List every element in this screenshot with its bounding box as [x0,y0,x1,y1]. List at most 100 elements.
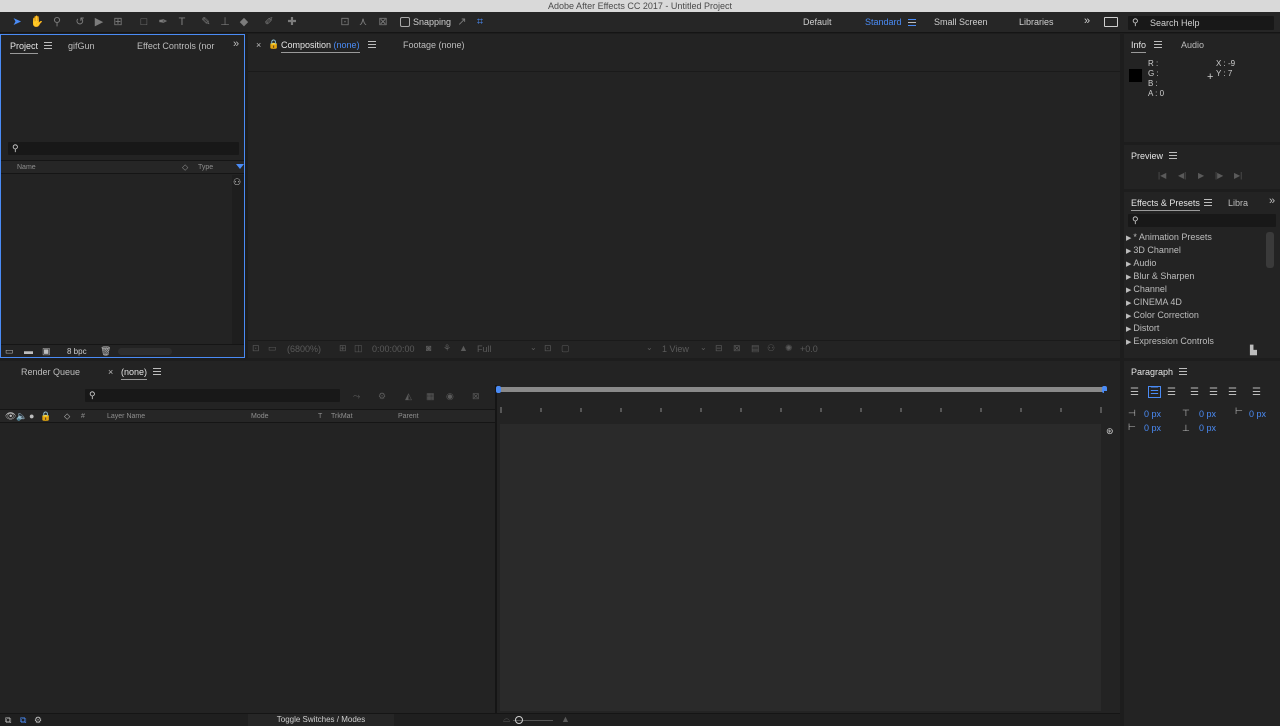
in-out-icon[interactable]: ⚙ [34,715,42,726]
list-item[interactable]: ▶ Distort [1126,323,1159,333]
rotation-tool-icon[interactable]: ↺ [73,15,87,29]
motion-blur-icon[interactable]: ◉ [446,391,454,402]
effects-menu-icon[interactable] [1204,199,1212,206]
puppet-tool-icon[interactable]: ✚ [285,15,299,29]
effects-scrollbar[interactable] [1266,232,1274,268]
tab-effect-controls[interactable]: Effect Controls (nor [137,41,214,51]
clone-stamp-tool-icon[interactable]: ⊥ [218,15,232,29]
flowchart-icon[interactable]: ⚇ [767,343,775,354]
workspace-standard[interactable]: Standard [865,17,902,27]
project-scrollbar[interactable]: ⚇ [232,175,244,345]
brush-tool-icon[interactable]: ✎ [199,15,213,29]
comp-button-icon[interactable]: ⊛ [1106,426,1114,437]
list-item[interactable]: ▶ 3D Channel [1126,245,1181,255]
space-before-value[interactable]: 0 px [1199,409,1216,419]
tab-composition[interactable]: Composition (none) [281,40,360,53]
project-overflow-icon[interactable]: » [233,38,239,50]
effects-search-input[interactable]: ⚲ [1128,214,1276,227]
list-item[interactable]: ▶ Audio [1126,258,1156,268]
zoom-tool-icon[interactable]: ⚲ [50,15,64,29]
search-help-field[interactable]: ⚲ Search Help [1128,16,1274,30]
trash-icon[interactable]: 🗑 [100,346,111,357]
column-mode[interactable]: Mode [251,413,269,420]
list-item[interactable]: ▶ Expression Controls [1126,336,1214,346]
safe-margins-icon[interactable]: ⊞ [339,343,347,354]
tab-gifgun[interactable]: gifGun [68,41,95,51]
roto-brush-tool-icon[interactable]: ✐ [262,15,276,29]
work-area-bar[interactable] [496,386,1107,393]
region-icon[interactable]: ▲ [459,343,468,353]
view-layout-dropdown[interactable]: 1 View [662,344,689,354]
justify-all-icon[interactable]: ☰ [1252,387,1261,398]
tab-effects-presets[interactable]: Effects & Presets [1131,198,1200,211]
lock-switch-icon[interactable]: 🔒 [40,411,51,422]
eraser-tool-icon[interactable]: ◆ [237,15,251,29]
world-axis-icon[interactable]: ⋏ [356,15,370,29]
list-item[interactable]: ▶ Color Correction [1126,310,1199,320]
zoom-out-icon[interactable]: ⌓ [503,714,510,725]
next-frame-icon[interactable]: |▶ [1215,171,1223,180]
label-tag-icon[interactable]: ⬦ [64,411,70,422]
transparency-grid-icon[interactable]: ▢ [561,343,570,354]
align-center-icon[interactable]: ☰ [1148,386,1161,398]
info-menu-icon[interactable] [1154,41,1162,48]
indent-left-value[interactable]: 0 px [1144,409,1161,419]
new-folder-icon[interactable]: ▬ [24,346,33,356]
local-axis-icon[interactable]: ⊡ [338,15,352,29]
snapshot-icon[interactable]: ◙ [426,343,431,353]
composition-close-icon[interactable]: × [256,40,261,50]
list-item[interactable]: ▶ Blur & Sharpen [1126,271,1194,281]
view-axis-icon[interactable]: ⊠ [376,15,390,29]
work-area-start-handle[interactable] [496,386,501,393]
align-right-icon[interactable]: ☰ [1167,387,1176,398]
justify-last-center-icon[interactable]: ☰ [1209,387,1218,398]
magnification-dropdown[interactable]: (6800%) [287,344,321,354]
mask-visibility-icon[interactable]: ◫ [354,343,363,354]
audio-switch-icon[interactable]: 🔈 [16,411,27,422]
resolution-chevron-icon[interactable]: ⌄ [530,343,537,352]
workspace-libraries[interactable]: Libraries [1019,17,1054,27]
tab-comp-none[interactable]: (none) [121,367,148,380]
column-type[interactable]: Type [198,164,213,171]
project-menu-icon[interactable] [44,42,52,49]
show-channel-icon[interactable]: ⚘ [443,343,451,354]
composition-menu-icon[interactable] [368,41,376,48]
solo-switch-icon[interactable]: ● [29,411,34,421]
timeline-icon[interactable]: ▤ [751,343,760,354]
column-name[interactable]: Name [17,164,36,171]
tab-footage[interactable]: Footage (none) [403,40,465,50]
tab-audio[interactable]: Audio [1181,40,1204,50]
pan-behind-tool-icon[interactable]: ⊞ [111,15,125,29]
view-chevron-icon[interactable]: ⌄ [646,343,653,352]
justify-last-right-icon[interactable]: ☰ [1228,387,1237,398]
thumbnail-slider[interactable] [118,348,172,355]
preview-menu-icon[interactable] [1169,152,1177,159]
column-parent[interactable]: Parent [398,413,419,420]
layout-chevron-icon[interactable]: ⌄ [700,343,707,352]
new-composition-icon[interactable]: ▣ [42,346,51,357]
new-bin-icon[interactable]: ▙ [1250,345,1257,356]
workspace-toggle-icon[interactable] [1104,17,1118,27]
align-left-icon[interactable]: ☰ [1130,387,1139,398]
workspace-default[interactable]: Default [803,17,832,27]
layer-switches-icon[interactable]: ⧉ [5,715,11,726]
pen-tool-icon[interactable]: ✒ [156,15,170,29]
tab-libraries[interactable]: Libra [1228,198,1248,208]
timeline-scrollbar[interactable]: ⊛ [1104,391,1118,711]
selection-tool-icon[interactable]: ➤ [10,15,24,29]
tab-render-queue[interactable]: Render Queue [21,367,80,377]
camera-tool-icon[interactable]: ▶ [92,15,106,29]
region-of-interest-icon[interactable]: ⊡ [544,343,552,354]
list-item[interactable]: ▶ Channel [1126,284,1167,294]
workspace-overflow-icon[interactable]: » [1084,15,1090,27]
toggle-switches-modes-button[interactable]: Toggle Switches / Modes [248,714,394,726]
column-layer-name[interactable]: Layer Name [107,413,145,420]
timeline-divider[interactable] [495,385,497,715]
timeline-close-icon[interactable]: × [108,367,113,377]
shy-layers-icon[interactable]: ◭ [405,391,412,402]
draft-3d-icon[interactable]: ⚙ [378,391,386,402]
type-tool-icon[interactable]: T [175,15,189,29]
indent-right-value[interactable]: 0 px [1144,423,1161,433]
timeline-menu-icon[interactable] [153,368,161,375]
tab-info[interactable]: Info [1131,40,1147,53]
